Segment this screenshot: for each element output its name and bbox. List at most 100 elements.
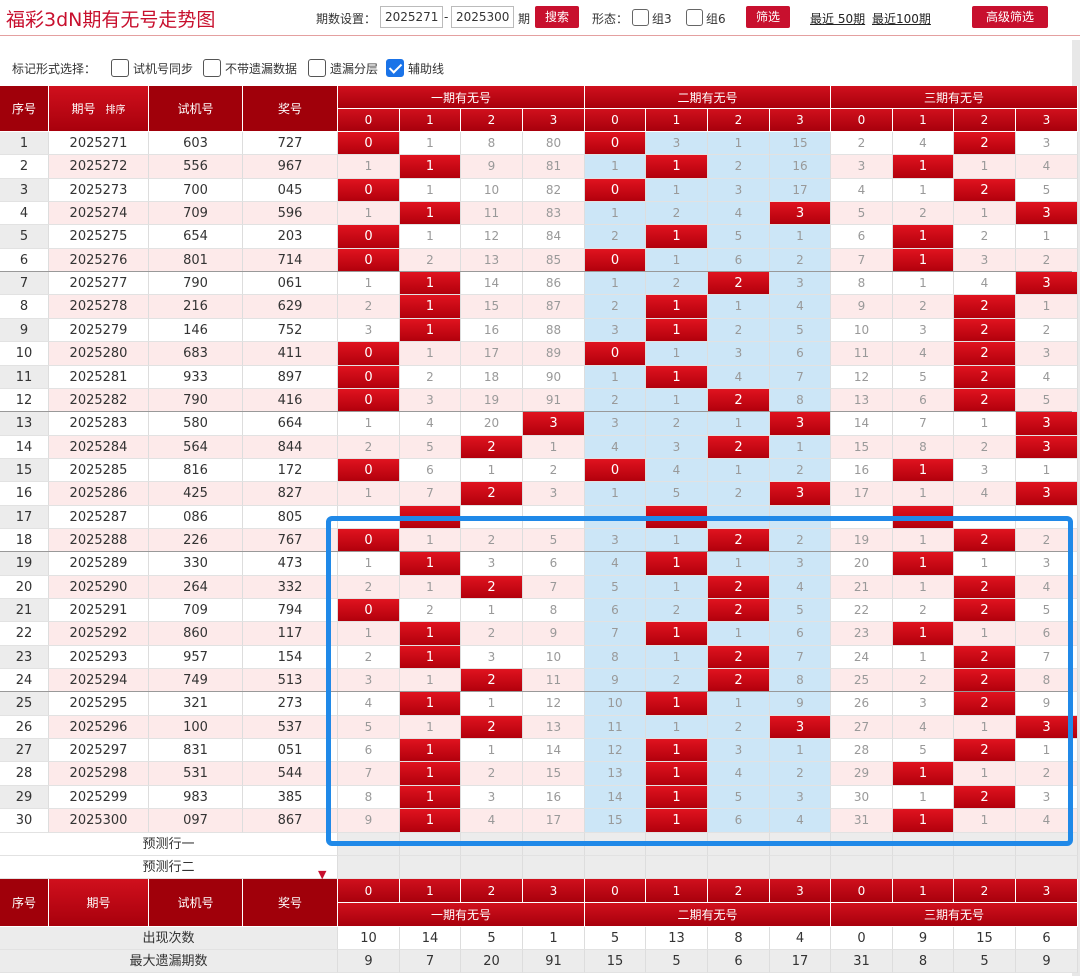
predict-cell[interactable] (400, 856, 461, 879)
hit-cell: 2 (461, 716, 523, 739)
predict-cell[interactable] (954, 856, 1016, 879)
filter-button[interactable]: 筛选 (746, 6, 790, 28)
trial-sync-checkbox[interactable] (111, 59, 129, 77)
no-omission-checkbox[interactable] (203, 59, 221, 77)
omission-cell: 1 (893, 482, 954, 506)
group6-checkbox[interactable] (686, 9, 703, 26)
digit-header-bottom: 0 (338, 879, 400, 903)
omission-cell: 86 (523, 272, 585, 295)
hit-cell: 1 (646, 552, 708, 576)
predict-cell[interactable] (523, 856, 585, 879)
omission-cell: 1 (1016, 739, 1078, 762)
advanced-filter-button[interactable]: 高级筛选 (972, 6, 1048, 28)
stats-cell: 8 (708, 927, 770, 950)
omission-cell: 1 (770, 436, 831, 459)
hit-cell: 0 (338, 459, 400, 482)
recent-100-link[interactable]: 最近100期 (872, 10, 931, 27)
hit-cell: 2 (954, 342, 1016, 366)
hit-cell: 1 (400, 809, 461, 833)
aux-line-checkbox[interactable] (386, 59, 404, 77)
omission-cell: 7 (770, 646, 831, 669)
predict-cell[interactable] (708, 856, 770, 879)
predict-cell[interactable] (893, 856, 954, 879)
hit-cell: 2 (708, 436, 770, 459)
predict-cell[interactable] (646, 833, 708, 856)
trial-cell: 790 (149, 272, 243, 295)
omission-cell: 4 (1016, 366, 1078, 389)
stats-cell: 5 (585, 927, 646, 950)
predict-cell[interactable] (954, 833, 1016, 856)
trial-sync-label: 试机号同步 (133, 62, 194, 76)
digit-header: 2 (461, 109, 523, 132)
predict-cell[interactable] (585, 833, 646, 856)
omission-cell: 3 (893, 692, 954, 716)
group-header-2: 二期有无号 (585, 86, 831, 109)
period-cell: 2025290 (49, 576, 149, 599)
sort-button[interactable]: 排序 (106, 101, 126, 116)
predict-cell[interactable] (1016, 856, 1078, 879)
digit-header-bottom: 1 (400, 879, 461, 903)
omission-cell: 1 (400, 225, 461, 249)
predict-cell[interactable] (461, 856, 523, 879)
hit-cell: 3 (1016, 202, 1078, 225)
trial-cell: 321 (149, 692, 243, 716)
hit-cell: 2 (708, 272, 770, 295)
predict-cell[interactable] (338, 856, 400, 879)
hit-cell: 0 (585, 249, 646, 272)
hit-cell: 2 (954, 646, 1016, 669)
predict-cell[interactable] (646, 856, 708, 879)
omission-cell: 3 (1016, 342, 1078, 366)
recent-50-link[interactable]: 最近 50期 (810, 10, 865, 27)
hit-cell: 1 (893, 155, 954, 179)
omission-cell: 8 (338, 786, 400, 809)
omission-cell: 2 (523, 459, 585, 482)
stats-cell: 6 (708, 950, 770, 973)
omission-cell: 17 (770, 179, 831, 202)
trial-cell: 330 (149, 552, 243, 576)
omission-cell: 17 (461, 342, 523, 366)
predict-cell[interactable] (400, 833, 461, 856)
seq-cell: 7 (0, 272, 49, 295)
predict-cell[interactable] (831, 833, 893, 856)
omission-cell: 13 (461, 249, 523, 272)
period-cell: 2025277 (49, 272, 149, 295)
omission-cell: 1 (1016, 295, 1078, 319)
omission-layer-checkbox[interactable] (308, 59, 326, 77)
predict-cell[interactable] (770, 856, 831, 879)
predict-cell[interactable] (523, 833, 585, 856)
predict-cell[interactable] (831, 856, 893, 879)
omission-cell: 81 (523, 155, 585, 179)
omission-cell: 83 (523, 202, 585, 225)
omission-cell: 3 (708, 179, 770, 202)
trial-cell: 860 (149, 622, 243, 646)
predict-cell[interactable] (1016, 833, 1078, 856)
predict-cell[interactable] (770, 833, 831, 856)
omission-cell: 8 (523, 599, 585, 622)
omission-cell: 3 (954, 459, 1016, 482)
omission-cell: 3 (400, 389, 461, 412)
omission-cell: 82 (523, 179, 585, 202)
no-omission-label: 不带遗漏数据 (225, 62, 298, 76)
omission-cell: 3 (1016, 552, 1078, 576)
seq-cell: 9 (0, 319, 49, 342)
omission-cell: 1 (400, 342, 461, 366)
omission-cell: 14 (523, 739, 585, 762)
omission-cell: 2 (400, 599, 461, 622)
omission-cell: 1 (461, 692, 523, 716)
omission-cell: 1 (646, 179, 708, 202)
predict-cell[interactable] (893, 833, 954, 856)
hit-cell: 0 (585, 132, 646, 155)
omission-cell: 17 (523, 809, 585, 833)
predict-cell[interactable] (461, 833, 523, 856)
search-button[interactable]: 搜索 (535, 6, 579, 28)
predict-cell[interactable] (338, 833, 400, 856)
period-from-input[interactable]: 2025271 (380, 6, 443, 28)
predict-cell[interactable] (708, 833, 770, 856)
predict-cell[interactable] (585, 856, 646, 879)
omission-cell: 16 (831, 459, 893, 482)
omission-cell: 16 (770, 155, 831, 179)
group3-checkbox[interactable] (632, 9, 649, 26)
omission-cell: 7 (831, 249, 893, 272)
period-cell: 2025296 (49, 716, 149, 739)
period-to-input[interactable]: 2025300 (451, 6, 514, 28)
